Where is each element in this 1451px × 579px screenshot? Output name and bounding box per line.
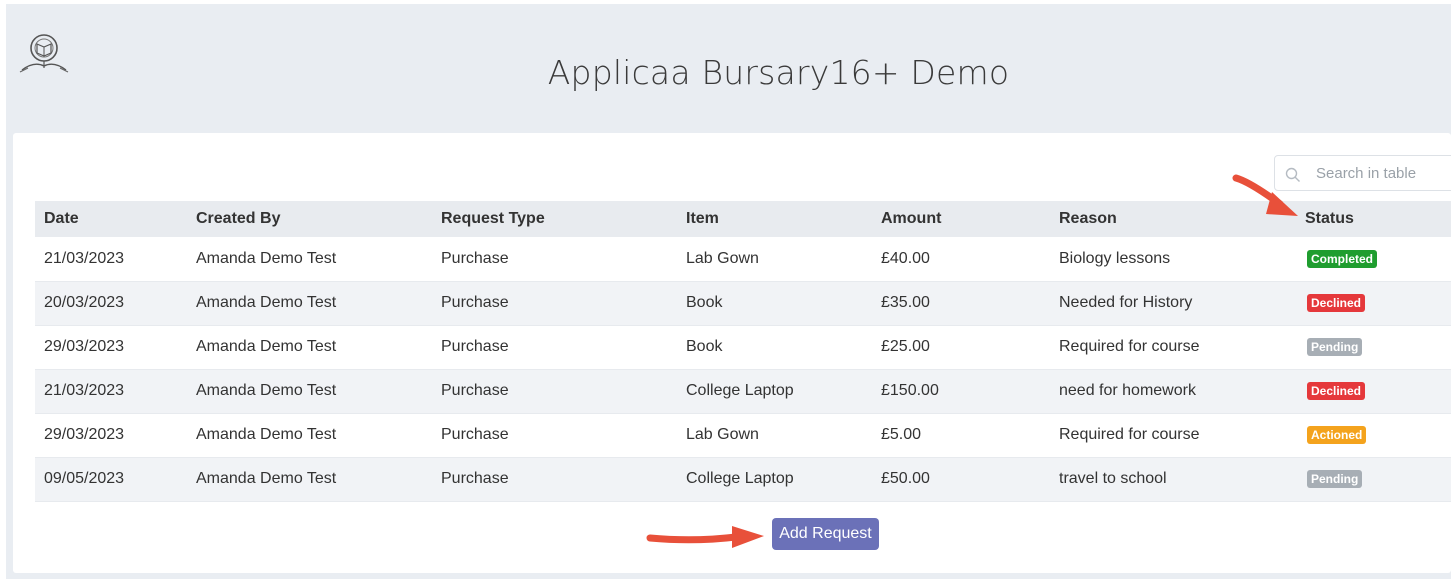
cell-item: Book	[677, 280, 872, 325]
cell-item: Lab Gown	[686, 249, 759, 267]
status-badge: Actioned	[1307, 426, 1367, 444]
cell-status: Declined	[1296, 280, 1451, 325]
cell-request-type: Purchase	[432, 280, 677, 325]
cell-created-by: Amanda Demo Test	[187, 280, 432, 325]
table-row[interactable]: 21/03/2023 Amanda Demo Test Purchase Lab…	[35, 237, 1451, 281]
cell-status: Pending	[1296, 324, 1451, 369]
table-row[interactable]: 21/03/2023 Amanda Demo Test Purchase Col…	[35, 368, 1451, 413]
cell-created-by: Amanda Demo Test	[187, 456, 432, 502]
table-row[interactable]: 09/05/2023 Amanda Demo Test Purchase Col…	[35, 456, 1451, 502]
column-header-date[interactable]: Date	[35, 201, 187, 237]
cell-reason: travel to school	[1050, 456, 1296, 502]
cell-reason: need for homework	[1050, 368, 1296, 413]
table-row[interactable]: 29/03/2023 Amanda Demo Test Purchase Boo…	[35, 324, 1451, 369]
column-header-amount[interactable]: Amount	[872, 201, 1050, 237]
cell-status: Declined	[1296, 368, 1451, 413]
cell-reason: Required for course	[1050, 412, 1296, 457]
page-title: Applicaa Bursary16+ Demo	[547, 53, 1010, 92]
cell-date: 29/03/2023	[35, 412, 187, 457]
status-badge: Pending	[1307, 470, 1363, 488]
cell-status: Actioned	[1296, 412, 1451, 457]
table-row[interactable]: 20/03/2023 Amanda Demo Test Purchase Boo…	[35, 280, 1451, 325]
column-header-created-by[interactable]: Created By	[187, 201, 432, 237]
app-header: Applicaa Bursary16+ Demo	[6, 4, 1451, 132]
cell-created-by: Amanda Demo Test	[187, 412, 432, 457]
add-request-button[interactable]: Add Request	[772, 518, 879, 550]
cell-date: 21/03/2023	[35, 368, 187, 413]
column-header-request-type[interactable]: Request Type	[432, 201, 677, 237]
cell-status: Pending	[1296, 456, 1451, 502]
cell-amount: £40.00	[881, 249, 930, 267]
search-placeholder: Search in table	[1316, 165, 1417, 182]
cell-item: College Laptop	[677, 456, 872, 502]
cell-request-type: Purchase	[432, 324, 677, 369]
cell-reason: Required for course	[1050, 324, 1296, 369]
table-row[interactable]: 29/03/2023 Amanda Demo Test Purchase Lab…	[35, 412, 1451, 457]
cell-item: College Laptop	[677, 368, 872, 413]
cell-amount: £5.00	[872, 412, 1050, 457]
column-header-status[interactable]: Status	[1296, 201, 1451, 237]
cell-item: Book	[677, 324, 872, 369]
cell-created-by: Amanda Demo Test	[187, 368, 432, 413]
cell-date: 20/03/2023	[35, 280, 187, 325]
cell-date: 09/05/2023	[35, 456, 187, 502]
cell-status: Completed	[1296, 237, 1451, 281]
cell-request-type: Purchase	[432, 368, 677, 413]
cell-created-by: Amanda Demo Test	[196, 249, 337, 267]
cell-reason: Biology lessons	[1059, 249, 1171, 267]
cell-reason: Needed for History	[1050, 280, 1296, 325]
cell-amount: £50.00	[872, 456, 1050, 502]
cell-item: Lab Gown	[677, 412, 872, 457]
cell-request-type: Purchase	[441, 249, 509, 267]
cell-created-by: Amanda Demo Test	[187, 324, 432, 369]
status-badge: Pending	[1307, 338, 1363, 356]
cell-amount: £35.00	[872, 280, 1050, 325]
cell-request-type: Purchase	[432, 456, 677, 502]
status-badge: Declined	[1307, 382, 1366, 400]
status-badge: Declined	[1307, 294, 1366, 312]
cell-amount: £150.00	[872, 368, 1050, 413]
cell-date: 21/03/2023	[44, 249, 125, 267]
column-header-item[interactable]: Item	[677, 201, 872, 237]
status-badge: Completed	[1307, 249, 1378, 268]
cell-amount: £25.00	[872, 324, 1050, 369]
cell-request-type: Purchase	[432, 412, 677, 457]
arrow-icon	[646, 526, 764, 548]
requests-table: Date Created By Request Type Item Amount…	[35, 201, 1451, 502]
arrow-icon	[1232, 174, 1298, 216]
cell-date: 29/03/2023	[35, 324, 187, 369]
